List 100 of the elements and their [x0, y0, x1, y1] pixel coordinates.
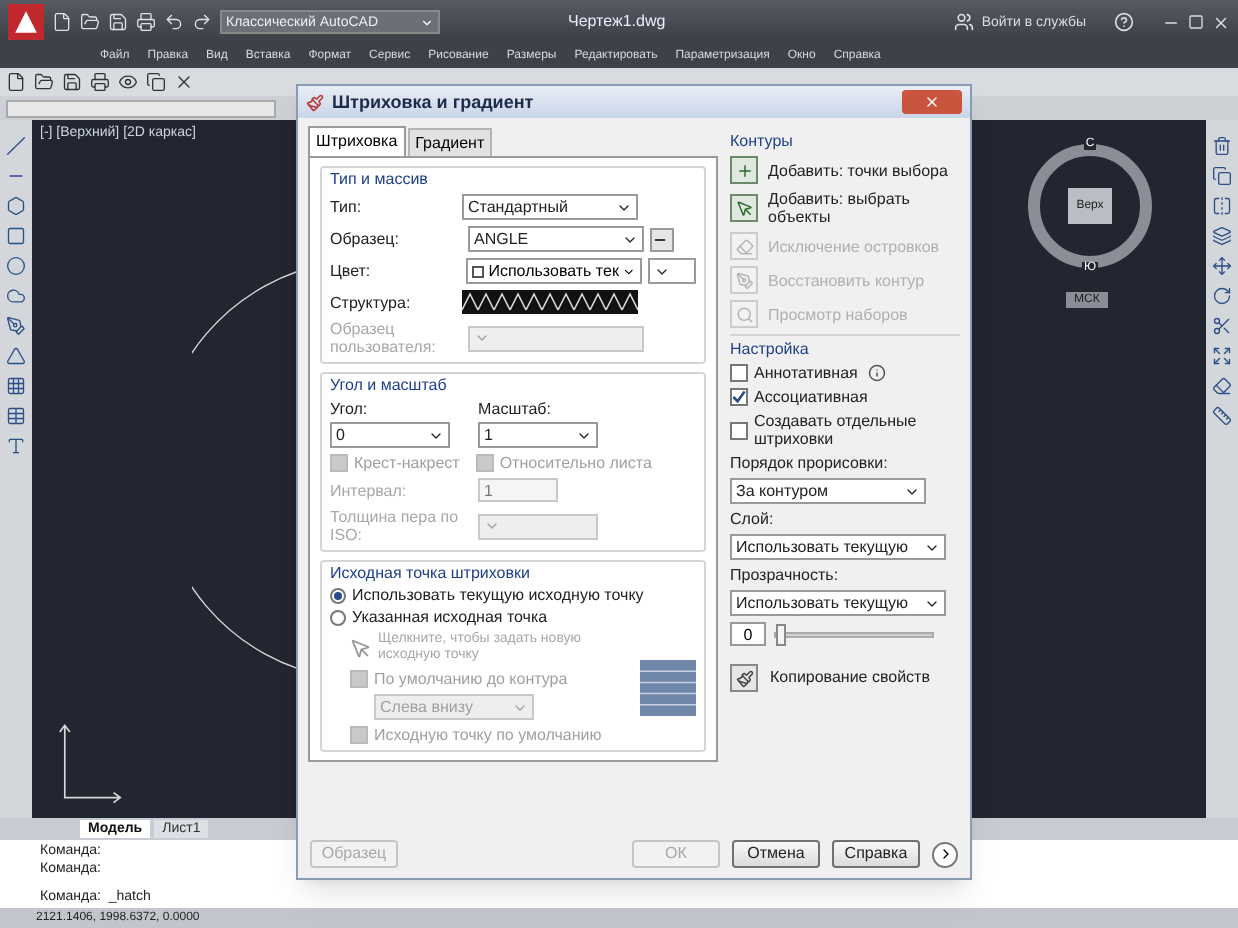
origin-preview — [640, 660, 696, 716]
checkbox[interactable] — [350, 726, 368, 744]
boundary-action[interactable]: Добавить: выбрать объекты — [730, 190, 960, 226]
group-title: Настройка — [730, 342, 811, 358]
info-icon[interactable] — [867, 364, 886, 382]
dropdown[interactable]: ANGLE — [468, 226, 644, 252]
ruler-icon[interactable] — [1212, 406, 1232, 426]
field-label: Образец пользователя: — [330, 320, 438, 356]
dropdown[interactable]: 0 — [330, 422, 450, 448]
tab[interactable]: Штриховка — [308, 126, 406, 156]
group-title: Тип и массив — [330, 172, 430, 188]
dialog-button[interactable]: Справка — [832, 840, 920, 868]
radio-button[interactable] — [330, 588, 346, 604]
rotate-icon[interactable] — [1212, 286, 1232, 306]
hatch-swatch[interactable] — [462, 290, 638, 314]
checkbox-label: Относительно листа — [499, 455, 652, 471]
dropdown[interactable]: 1 — [478, 422, 598, 448]
checkbox-label: Ассоциативная — [754, 389, 868, 405]
group-title: Исходная точка штриховки — [330, 566, 532, 582]
pointer-icon[interactable] — [350, 637, 372, 659]
people-icon[interactable] — [953, 12, 974, 32]
grid-icon[interactable] — [6, 376, 26, 396]
scissors-icon[interactable] — [1212, 316, 1232, 336]
radio-label: Использовать текущую исходную точку — [352, 588, 644, 604]
field-label: Порядок прорисовки: — [730, 454, 890, 472]
expand-icon[interactable] — [1212, 346, 1232, 366]
radio-button[interactable] — [330, 610, 346, 626]
layers-icon[interactable] — [1212, 226, 1232, 246]
checkbox[interactable] — [730, 364, 748, 382]
triangle-icon[interactable] — [6, 346, 26, 366]
printer-icon[interactable] — [136, 12, 156, 32]
group-title: Угол и масштаб — [330, 378, 449, 394]
checkbox[interactable] — [350, 670, 368, 688]
close-icon[interactable] — [174, 72, 194, 92]
slider-thumb[interactable] — [776, 623, 786, 645]
field-label: Интервал: — [330, 481, 409, 499]
hexagon-icon[interactable] — [6, 196, 26, 216]
undo-icon[interactable] — [164, 12, 184, 32]
dropdown[interactable]: За контуром — [730, 478, 926, 504]
field-label: Масштаб: — [478, 400, 553, 418]
caret-icon — [420, 15, 434, 29]
printer-icon[interactable] — [90, 72, 110, 92]
line-icon[interactable] — [6, 136, 26, 156]
field-label: Тип: — [330, 198, 364, 216]
maximize-icon[interactable] — [1188, 14, 1204, 30]
app-logo[interactable] — [8, 4, 44, 40]
tab[interactable]: Градиент — [407, 128, 493, 156]
caret-icon — [484, 518, 500, 534]
eye-icon[interactable] — [118, 72, 138, 92]
field-label: Прозрачность: — [730, 566, 841, 584]
dropdown[interactable]: Использовать текущую — [730, 534, 946, 560]
text-icon[interactable] — [6, 436, 26, 456]
copy-icon[interactable] — [146, 72, 166, 92]
help-icon[interactable] — [1114, 12, 1134, 32]
field-label: Структура: — [330, 293, 413, 311]
dropdown[interactable]: Стандартный — [462, 194, 638, 220]
color-swatch — [472, 265, 485, 277]
checkbox[interactable] — [730, 421, 748, 439]
caret-icon — [474, 330, 490, 346]
checkbox-label: Крест-накрест — [354, 455, 460, 471]
cloud-icon[interactable] — [6, 286, 26, 306]
boundary-action[interactable]: Добавить: точки выбора — [730, 156, 960, 184]
redo-icon[interactable] — [192, 12, 212, 32]
expand-button[interactable] — [932, 841, 958, 867]
mirror-icon[interactable] — [1212, 196, 1232, 216]
field-label: Цвет: — [330, 262, 373, 280]
pen-icon[interactable] — [6, 316, 26, 336]
dropdown[interactable]: Использовать текущую — [730, 590, 946, 616]
save-icon[interactable] — [62, 72, 82, 92]
field-label: Толщина пера по ISO: — [330, 508, 461, 544]
table-icon[interactable] — [6, 406, 26, 426]
browse-button[interactable] — [650, 227, 674, 251]
checkbox[interactable] — [730, 388, 748, 406]
pen-icon — [735, 271, 753, 289]
eraser-icon[interactable] — [1212, 376, 1232, 396]
checkbox-label: Аннотативная — [754, 365, 858, 381]
file-icon[interactable] — [6, 72, 26, 92]
pointer-icon — [735, 199, 753, 217]
circle-icon[interactable] — [6, 256, 26, 276]
transparency-field[interactable]: 0 — [730, 622, 766, 646]
ucs-icon — [56, 722, 124, 806]
window-title: Чертеж1.dwg — [568, 14, 666, 30]
checkbox-label: Создавать отдельные штриховки — [754, 412, 919, 448]
inherit-button[interactable]: Копирование свойств — [730, 664, 960, 692]
group-title: Контуры — [730, 134, 795, 150]
dropdown[interactable]: Использовать тек — [466, 258, 643, 284]
folder-icon[interactable] — [34, 72, 54, 92]
dialog-button[interactable]: Отмена — [732, 840, 820, 868]
radio-label: Указанная исходная точка — [352, 610, 548, 626]
close-icon[interactable] — [1212, 13, 1230, 31]
close-icon — [924, 94, 940, 110]
copy-icon[interactable] — [1212, 166, 1232, 186]
check-icon — [732, 390, 746, 404]
square-icon[interactable] — [6, 226, 26, 246]
checkbox-label: По умолчанию до контура — [374, 671, 568, 687]
move-icon[interactable] — [1212, 256, 1232, 276]
magnifier-icon — [735, 305, 753, 323]
hatch-icon — [306, 93, 324, 111]
field-label: Угол: — [330, 400, 370, 418]
trash-icon[interactable] — [1212, 136, 1232, 156]
